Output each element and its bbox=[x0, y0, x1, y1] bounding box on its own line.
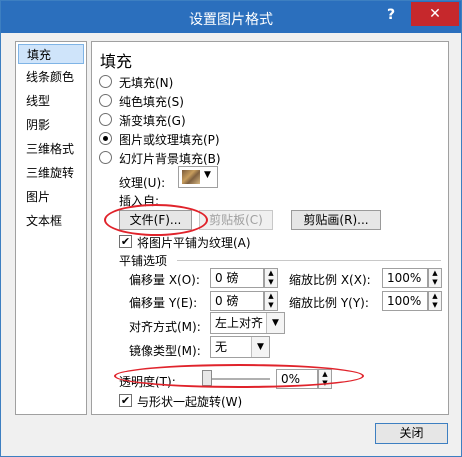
no-fill-label[interactable]: 无填充(N) bbox=[119, 74, 173, 91]
file-button-highlight bbox=[104, 204, 208, 236]
format-picture-dialog: 设置图片格式 ? ✕ 填充 线条颜色 线型 阴影 三维格式 三维旋转 图片 文本… bbox=[0, 0, 462, 457]
gradient-fill-label[interactable]: 渐变填充(G) bbox=[119, 112, 186, 129]
sidebar-item-3d-rotation[interactable]: 三维旋转 bbox=[18, 163, 84, 183]
solid-fill-label[interactable]: 纯色填充(S) bbox=[119, 93, 184, 110]
sidebar-item-3d-format[interactable]: 三维格式 bbox=[18, 139, 84, 159]
tile-picture-label[interactable]: 将图片平铺为纹理(A) bbox=[137, 234, 251, 251]
alignment-label: 对齐方式(M): bbox=[129, 320, 201, 334]
category-sidebar: 填充 线条颜色 线型 阴影 三维格式 三维旋转 图片 文本框 bbox=[15, 41, 87, 415]
texture-picker[interactable]: ▼ bbox=[178, 166, 218, 188]
alignment-select[interactable]: 左上对齐 ▼ bbox=[210, 312, 285, 334]
rotate-with-shape-label[interactable]: 与形状一起旋转(W) bbox=[137, 393, 242, 410]
rotate-with-shape-checkbox[interactable]: ✔ bbox=[119, 394, 132, 407]
alignment-value: 左上对齐 bbox=[215, 316, 264, 330]
sidebar-item-line-style[interactable]: 线型 bbox=[18, 91, 84, 111]
chevron-down-icon: ▼ bbox=[266, 313, 284, 333]
scale-x-input[interactable]: 100% bbox=[382, 268, 428, 288]
offset-x-input[interactable]: 0 磅 bbox=[210, 268, 264, 288]
tiling-options-separator bbox=[177, 260, 441, 261]
no-fill-radio[interactable] bbox=[99, 75, 112, 88]
clipboard-button[interactable]: 剪贴板(C) bbox=[199, 210, 273, 230]
title-bar[interactable]: 设置图片格式 ? ✕ bbox=[1, 1, 461, 33]
clipart-button[interactable]: 剪贴画(R)... bbox=[291, 210, 381, 230]
transparency-highlight bbox=[114, 364, 364, 388]
scale-x-spinner[interactable]: ▲ ▼ bbox=[428, 268, 442, 288]
scale-y-spinner[interactable]: ▲ ▼ bbox=[428, 291, 442, 311]
offset-x-label: 偏移量 X(O): bbox=[129, 273, 200, 287]
chevron-down-icon: ▼ bbox=[204, 170, 211, 180]
sidebar-item-text-box[interactable]: 文本框 bbox=[18, 211, 84, 231]
mirror-type-value: 无 bbox=[215, 340, 228, 354]
scale-y-label: 缩放比例 Y(Y): bbox=[289, 296, 369, 310]
slide-background-fill-label[interactable]: 幻灯片背景填充(B) bbox=[119, 150, 221, 167]
solid-fill-radio[interactable] bbox=[99, 94, 112, 107]
sidebar-item-picture[interactable]: 图片 bbox=[18, 187, 84, 207]
tiling-options-label: 平铺选项 bbox=[119, 254, 168, 268]
fill-heading: 填充 bbox=[100, 52, 133, 71]
texture-label: 纹理(U): bbox=[119, 176, 166, 190]
close-window-button[interactable]: ✕ bbox=[411, 2, 459, 26]
texture-swatch bbox=[182, 170, 200, 184]
tile-picture-checkbox[interactable]: ✔ bbox=[119, 235, 132, 248]
chevron-down-icon: ▼ bbox=[251, 337, 269, 357]
fill-panel: 填充 无填充(N) 纯色填充(S) 渐变填充(G) 图片或纹理填充(P) 幻灯片… bbox=[91, 41, 449, 415]
offset-x-spinner[interactable]: ▲ ▼ bbox=[264, 268, 278, 288]
sidebar-item-shadow[interactable]: 阴影 bbox=[18, 115, 84, 135]
offset-y-spinner[interactable]: ▲ ▼ bbox=[264, 291, 278, 311]
picture-texture-fill-radio[interactable] bbox=[99, 132, 112, 145]
help-button[interactable]: ? bbox=[381, 3, 401, 27]
picture-texture-fill-label[interactable]: 图片或纹理填充(P) bbox=[119, 131, 220, 148]
close-button[interactable]: 关闭 bbox=[375, 423, 448, 444]
mirror-type-select[interactable]: 无 ▼ bbox=[210, 336, 270, 358]
sidebar-item-line-color[interactable]: 线条颜色 bbox=[18, 67, 84, 87]
scale-y-input[interactable]: 100% bbox=[382, 291, 428, 311]
gradient-fill-radio[interactable] bbox=[99, 113, 112, 126]
sidebar-item-fill[interactable]: 填充 bbox=[18, 44, 84, 64]
offset-y-label: 偏移量 Y(E): bbox=[129, 296, 198, 310]
slide-background-fill-radio[interactable] bbox=[99, 151, 112, 164]
offset-y-input[interactable]: 0 磅 bbox=[210, 291, 264, 311]
scale-x-label: 缩放比例 X(X): bbox=[289, 273, 371, 287]
mirror-type-label: 镜像类型(M): bbox=[129, 344, 201, 358]
